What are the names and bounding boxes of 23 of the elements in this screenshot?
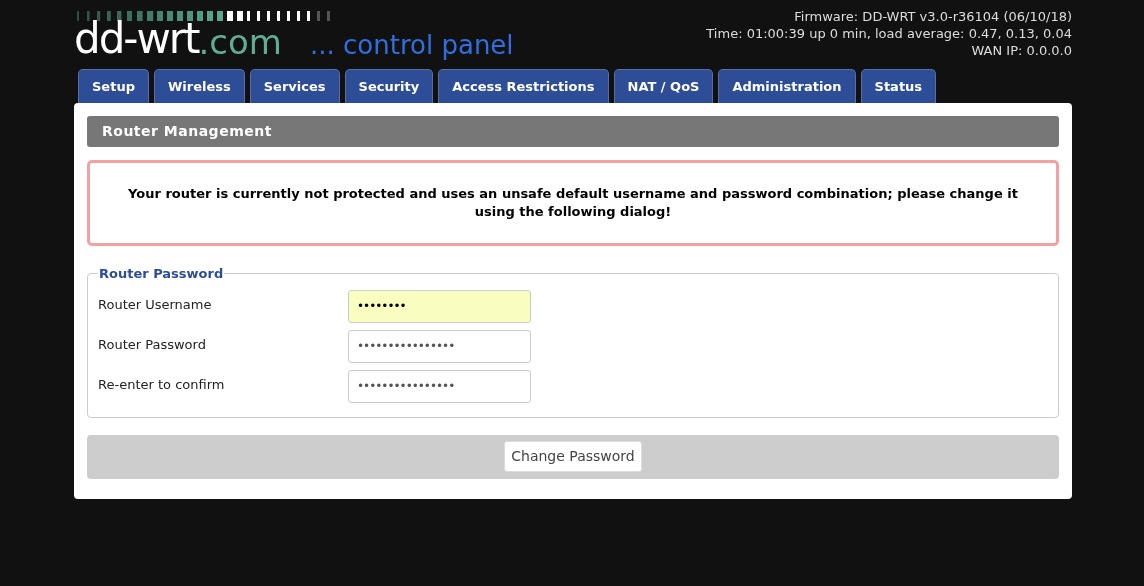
change-password-button[interactable]: Change Password (504, 441, 642, 472)
password-field[interactable]: •••••••••••••••• (348, 369, 531, 403)
system-info-text: Time: 01:00:39 up 0 min, load average: 0.47, 0.13, 0.04 (706, 25, 1072, 42)
password-field[interactable]: •••••••• (348, 289, 531, 323)
fieldset-legend: Router Password (98, 264, 225, 284)
nav-tab[interactable]: Access Restrictions (438, 69, 609, 103)
nav-tab[interactable]: Setup (78, 69, 149, 103)
field-label: Router Username (98, 295, 213, 314)
tagline: ... control panel (310, 30, 514, 60)
warning-text: Your router is currently not protected and uses an unsafe default username and password combination; please change it using the following dialog! (127, 185, 1019, 221)
field-label: Re-enter to confirm (98, 375, 226, 394)
nav-tab[interactable]: NAT / QoS (613, 69, 714, 103)
system-info-text: Firmware: DD-WRT v3.0-r36104 (06/10/18) (794, 8, 1072, 25)
nav-tab[interactable]: Status (860, 69, 937, 103)
nav-tab[interactable]: Administration (718, 69, 856, 103)
section-header: Router Management (87, 116, 1059, 147)
logo-text: dd-wrt (74, 18, 199, 60)
system-info-text: WAN IP: 0.0.0.0 (971, 42, 1072, 59)
field-label: Router Password (98, 335, 207, 354)
nav-tab[interactable]: Services (249, 69, 340, 103)
nav-tab[interactable]: Wireless (153, 69, 245, 103)
nav-tab[interactable]: Security (344, 69, 434, 103)
password-field[interactable]: •••••••••••••••• (348, 329, 531, 363)
